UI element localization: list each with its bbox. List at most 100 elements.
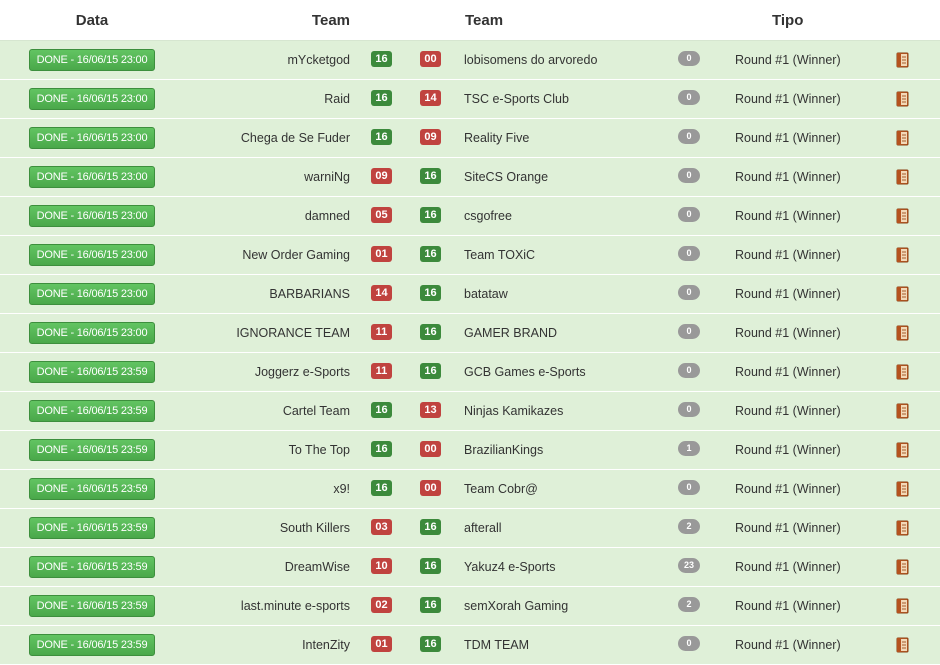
comments-count-badge[interactable]: 0	[678, 168, 700, 183]
away-team-link[interactable]: afterall	[464, 521, 502, 535]
home-team-link[interactable]: IGNORANCE TEAM	[236, 326, 350, 340]
column-header-team-away[interactable]: Team	[465, 12, 503, 29]
home-team-link[interactable]: Cartel Team	[283, 404, 350, 418]
away-team-link[interactable]: semXorah Gaming	[464, 599, 568, 613]
home-team-link[interactable]: New Order Gaming	[242, 248, 350, 262]
away-team-link[interactable]: csgofree	[464, 209, 512, 223]
home-team-link[interactable]: damned	[305, 209, 350, 223]
comments-count-badge[interactable]: 0	[678, 246, 700, 261]
home-team-link[interactable]: South Killers	[280, 521, 350, 535]
book-icon[interactable]	[895, 637, 911, 653]
round-type-label: Round #1 (Winner)	[735, 326, 841, 340]
comments-count-badge[interactable]: 2	[678, 519, 700, 534]
comments-count-badge[interactable]: 0	[678, 636, 700, 651]
book-icon[interactable]	[895, 208, 911, 224]
comments-count-badge[interactable]: 0	[678, 402, 700, 417]
comments-count-badge[interactable]: 0	[678, 324, 700, 339]
home-score-badge: 01	[371, 246, 392, 262]
away-team-link[interactable]: Yakuz4 e-Sports	[464, 560, 555, 574]
round-type-label: Round #1 (Winner)	[735, 599, 841, 613]
away-score-badge: 16	[420, 285, 441, 301]
away-team-link[interactable]: BrazilianKings	[464, 443, 543, 457]
away-team-link[interactable]: GAMER BRAND	[464, 326, 557, 340]
match-status-button[interactable]: DONE - 16/06/15 23:59	[29, 439, 155, 461]
table-row: DONE - 16/06/15 23:00 damned 05 16 csgofree 0…	[0, 197, 940, 236]
home-team-link[interactable]: Joggerz e-Sports	[255, 365, 350, 379]
home-team-link[interactable]: DreamWise	[285, 560, 350, 574]
match-status-button[interactable]: DONE - 16/06/15 23:59	[29, 361, 155, 383]
comments-count-badge[interactable]: 2	[678, 597, 700, 612]
home-team-link[interactable]: BARBARIANS	[269, 287, 350, 301]
comments-count-badge[interactable]: 0	[678, 90, 700, 105]
away-team-link[interactable]: Reality Five	[464, 131, 529, 145]
home-score-badge: 11	[371, 363, 392, 379]
away-team-link[interactable]: Ninjas Kamikazes	[464, 404, 563, 418]
home-team-link[interactable]: mYcketgod	[287, 53, 350, 67]
home-score-badge: 03	[371, 519, 392, 535]
book-icon[interactable]	[895, 442, 911, 458]
match-status-button[interactable]: DONE - 16/06/15 23:59	[29, 595, 155, 617]
match-status-button[interactable]: DONE - 16/06/15 23:00	[29, 49, 155, 71]
book-icon[interactable]	[895, 559, 911, 575]
home-team-link[interactable]: To The Top	[289, 443, 350, 457]
table-row: DONE - 16/06/15 23:59 IntenZity 01 16 TDM TE…	[0, 626, 940, 665]
away-team-link[interactable]: TDM TEAM	[464, 638, 529, 652]
table-row: DONE - 16/06/15 23:00 New Order Gaming 01 1…	[0, 236, 940, 275]
match-status-button[interactable]: DONE - 16/06/15 23:59	[29, 517, 155, 539]
match-status-button[interactable]: DONE - 16/06/15 23:00	[29, 283, 155, 305]
comments-count-badge[interactable]: 0	[678, 51, 700, 66]
book-icon[interactable]	[895, 598, 911, 614]
away-team-link[interactable]: lobisomens do arvoredo	[464, 53, 597, 67]
away-team-link[interactable]: Team Cobr@	[464, 482, 538, 496]
matches-table-body: DONE - 16/06/15 23:00 mYcketgod 16 00 lobiso…	[0, 41, 940, 665]
round-type-label: Round #1 (Winner)	[735, 248, 841, 262]
match-status-button[interactable]: DONE - 16/06/15 23:00	[29, 205, 155, 227]
comments-count-badge[interactable]: 0	[678, 480, 700, 495]
book-icon[interactable]	[895, 52, 911, 68]
comments-count-badge[interactable]: 23	[677, 558, 701, 573]
book-icon[interactable]	[895, 247, 911, 263]
away-team-link[interactable]: batataw	[464, 287, 508, 301]
match-status-button[interactable]: DONE - 16/06/15 23:00	[29, 127, 155, 149]
table-row: DONE - 16/06/15 23:00 BARBARIANS 14 16 batat…	[0, 275, 940, 314]
comments-count-badge[interactable]: 0	[678, 207, 700, 222]
column-header-team-home[interactable]: Team	[312, 12, 350, 29]
book-icon[interactable]	[895, 91, 911, 107]
match-status-button[interactable]: DONE - 16/06/15 23:59	[29, 478, 155, 500]
match-status-button[interactable]: DONE - 16/06/15 23:00	[29, 244, 155, 266]
away-score-badge: 00	[420, 480, 441, 496]
comments-count-badge[interactable]: 0	[678, 285, 700, 300]
match-status-button[interactable]: DONE - 16/06/15 23:00	[29, 166, 155, 188]
column-header-tipo[interactable]: Tipo	[772, 12, 803, 29]
home-team-link[interactable]: warniNg	[304, 170, 350, 184]
book-icon[interactable]	[895, 481, 911, 497]
comments-count-badge[interactable]: 0	[678, 129, 700, 144]
column-header-data[interactable]: Data	[60, 12, 124, 29]
book-icon[interactable]	[895, 325, 911, 341]
match-status-button[interactable]: DONE - 16/06/15 23:59	[29, 634, 155, 656]
book-icon[interactable]	[895, 130, 911, 146]
away-team-link[interactable]: TSC e-Sports Club	[464, 92, 569, 106]
match-status-button[interactable]: DONE - 16/06/15 23:00	[29, 322, 155, 344]
comments-count-badge[interactable]: 0	[678, 363, 700, 378]
home-score-badge: 16	[371, 129, 392, 145]
away-team-link[interactable]: SiteCS Orange	[464, 170, 548, 184]
book-icon[interactable]	[895, 169, 911, 185]
match-status-button[interactable]: DONE - 16/06/15 23:59	[29, 400, 155, 422]
home-team-link[interactable]: Chega de Se Fuder	[241, 131, 350, 145]
home-team-link[interactable]: x9!	[333, 482, 350, 496]
book-icon[interactable]	[895, 403, 911, 419]
match-status-button[interactable]: DONE - 16/06/15 23:59	[29, 556, 155, 578]
comments-count-badge[interactable]: 1	[678, 441, 700, 456]
home-team-link[interactable]: Raid	[324, 92, 350, 106]
table-row: DONE - 16/06/15 23:59 x9! 16 00 Team Cobr@ 0 R…	[0, 470, 940, 509]
match-status-button[interactable]: DONE - 16/06/15 23:00	[29, 88, 155, 110]
home-team-link[interactable]: last.minute e-sports	[241, 599, 350, 613]
round-type-label: Round #1 (Winner)	[735, 443, 841, 457]
away-team-link[interactable]: GCB Games e-Sports	[464, 365, 586, 379]
away-team-link[interactable]: Team TOXiC	[464, 248, 535, 262]
book-icon[interactable]	[895, 364, 911, 380]
book-icon[interactable]	[895, 286, 911, 302]
book-icon[interactable]	[895, 520, 911, 536]
home-team-link[interactable]: IntenZity	[302, 638, 350, 652]
